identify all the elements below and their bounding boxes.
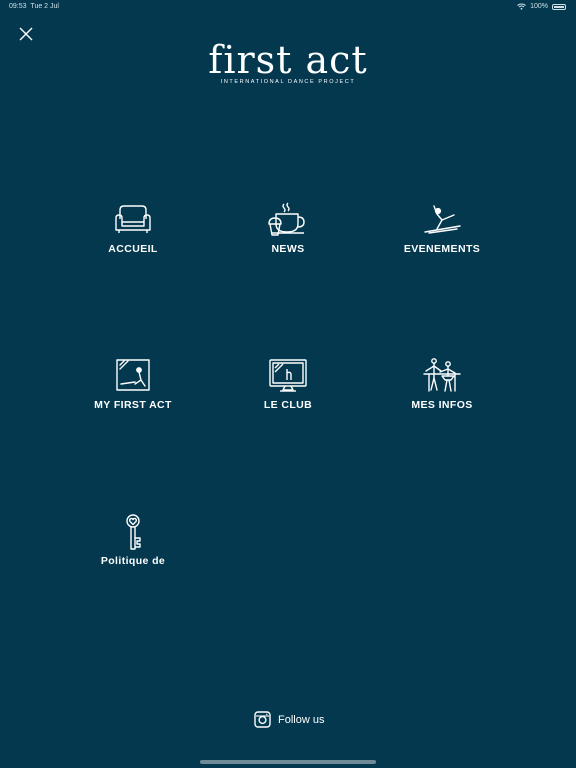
status-date: Tue 2 Jul bbox=[30, 3, 59, 10]
home-indicator[interactable] bbox=[200, 760, 376, 764]
menu-item-label: MY FIRST ACT bbox=[94, 399, 172, 411]
coffee-cup-muffin-icon bbox=[268, 202, 305, 236]
brand-name: first act bbox=[208, 38, 368, 82]
menu-item-label: NEWS bbox=[271, 243, 305, 255]
battery-icon bbox=[552, 3, 566, 10]
dancer-icon bbox=[424, 205, 461, 234]
menu-item-mes-infos[interactable]: MES INFOS bbox=[372, 358, 512, 411]
menu-item-label: EVENEMENTS bbox=[403, 243, 481, 255]
menu-item-label: LE CLUB bbox=[263, 399, 313, 411]
menu-item-accueil[interactable]: ACCUEIL bbox=[63, 202, 203, 255]
armchair-icon bbox=[115, 205, 151, 233]
wifi-icon bbox=[517, 3, 526, 10]
instagram-icon bbox=[254, 711, 271, 728]
battery-percent: 100% bbox=[530, 3, 548, 10]
menu-item-news[interactable]: NEWS bbox=[218, 202, 358, 255]
dancers-icon bbox=[423, 358, 461, 392]
status-time: 09:53 bbox=[9, 3, 27, 10]
menu-item-politique[interactable]: Politique de bbox=[63, 514, 203, 567]
follow-us-label: Follow us bbox=[278, 713, 325, 726]
status-indicators: 100% bbox=[517, 3, 566, 10]
menu-item-label: MES INFOS bbox=[411, 399, 473, 411]
brand-tagline: INTERNATIONAL DANCE PROJECT bbox=[220, 79, 356, 85]
status-bar: 09:53 Tue 2 Jul 100% bbox=[0, 0, 576, 14]
menu-item-evenements[interactable]: EVENEMENTS bbox=[372, 202, 512, 255]
menu-item-my-first-act[interactable]: MY FIRST ACT bbox=[63, 358, 203, 411]
heart-key-icon bbox=[126, 514, 141, 550]
close-button[interactable] bbox=[17, 25, 35, 43]
menu-item-label: Politique de bbox=[100, 555, 166, 567]
menu-item-label: ACCUEIL bbox=[108, 243, 158, 255]
menu-item-le-club[interactable]: LE CLUB bbox=[218, 358, 358, 411]
monitor-icon bbox=[269, 359, 307, 392]
brand-logo: first act INTERNATIONAL DANCE PROJECT bbox=[200, 38, 376, 85]
status-time-date: 09:53 Tue 2 Jul bbox=[9, 3, 59, 10]
follow-us-link[interactable]: Follow us bbox=[254, 711, 324, 728]
close-icon bbox=[19, 27, 33, 41]
framed-dancer-icon bbox=[116, 359, 150, 391]
